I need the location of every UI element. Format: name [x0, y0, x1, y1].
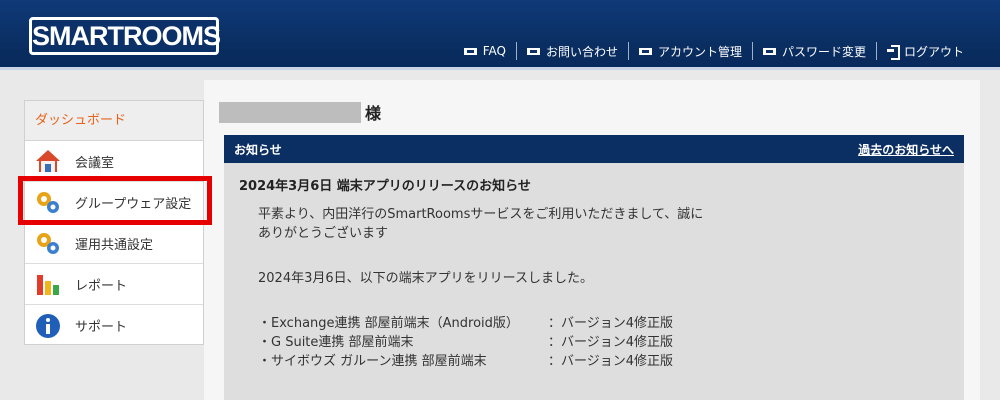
- gears-icon: [37, 233, 59, 254]
- card-icon: [762, 47, 776, 55]
- nav-password[interactable]: パスワード変更: [751, 42, 876, 60]
- redacted-username: [219, 101, 361, 123]
- release-version: ：バージョン4修正版: [548, 335, 674, 350]
- release-app: ・Exchange連携 部屋前端末（Android版）: [258, 316, 519, 331]
- nav-logout[interactable]: ログアウト: [875, 42, 974, 60]
- release-app: ・サイボウズ ガルーン連携 部屋前端末: [258, 354, 487, 369]
- notice-body: 平素より、内田洋行のSmartRoomsサービスをご利用いただきまして、誠に あ…: [258, 205, 738, 371]
- past-notices-link[interactable]: 過去のお知らせへ: [858, 141, 954, 158]
- nav-contact-label: お問い合わせ: [545, 44, 618, 59]
- nav-account-label: アカウント管理: [657, 44, 742, 59]
- intro-line-1: 平素より、内田洋行のSmartRoomsサービスをご利用いただきまして、誠に: [258, 207, 704, 222]
- nav-faq[interactable]: FAQ: [454, 42, 516, 60]
- sidebar-item-label: 会議室: [75, 155, 115, 171]
- sidebar-item-label: 運用共通設定: [75, 237, 154, 253]
- nav-account[interactable]: アカウント管理: [627, 42, 752, 60]
- top-nav: FAQ お問い合わせ アカウント管理 パスワード変更 ログアウト: [454, 42, 974, 60]
- list-item: ・Exchange連携 部屋前端末（Android版） ：バージョン4修正版: [258, 314, 738, 333]
- card-icon: [638, 47, 652, 55]
- nav-password-label: パスワード変更: [781, 44, 866, 59]
- logout-icon: [886, 45, 900, 60]
- card-icon: [526, 47, 540, 55]
- nav-faq-label: FAQ: [482, 44, 506, 58]
- header-bar: SMARTROOMS FAQ お問い合わせ アカウント管理 パスワード変更 ログ…: [0, 0, 1000, 70]
- release-line: 2024年3月6日、以下の端末アプリをリリースしました。: [258, 271, 593, 286]
- notice-title: お知らせ: [234, 142, 282, 157]
- nav-contact[interactable]: お問い合わせ: [515, 42, 628, 60]
- sidebar-dashboard[interactable]: ダッシュボード: [25, 101, 203, 141]
- release-version: ：バージョン4修正版: [548, 316, 674, 331]
- notice-panel: お知らせ 過去のお知らせへ 2024年3月6日 端末アプリのリリースのお知らせ …: [224, 135, 964, 400]
- list-item: ・G Suite連携 部屋前端末 ：バージョン4修正版: [258, 333, 738, 352]
- card-icon: [463, 47, 477, 55]
- info-icon: [36, 313, 60, 338]
- sidebar-item-report[interactable]: レポート: [25, 264, 203, 305]
- nav-logout-label: ログアウト: [903, 44, 964, 59]
- bar-chart-icon: [37, 275, 59, 295]
- release-app: ・G Suite連携 部屋前端末: [258, 335, 414, 350]
- notice-header: お知らせ 過去のお知らせへ: [224, 135, 964, 163]
- sidebar-item-common-settings[interactable]: 運用共通設定: [25, 223, 203, 264]
- sidebar-item-support[interactable]: サポート: [25, 305, 203, 346]
- release-version: ：バージョン4修正版: [548, 354, 674, 369]
- highlight-frame: [18, 176, 212, 225]
- intro-line-2: ありがとうございます: [258, 226, 389, 241]
- smartrooms-logo[interactable]: SMARTROOMS: [29, 17, 221, 55]
- sidebar-item-label: サポート: [75, 320, 128, 335]
- sidebar-item-label: レポート: [75, 278, 128, 294]
- user-greeting: 様: [219, 100, 381, 124]
- header-divider: [0, 67, 1000, 70]
- house-icon: [36, 150, 60, 172]
- notice-subject: 2024年3月6日 端末アプリのリリースのお知らせ: [239, 179, 531, 194]
- list-item: ・サイボウズ ガルーン連携 部屋前端末 ：バージョン4修正版: [258, 352, 738, 371]
- honorific: 様: [365, 104, 382, 123]
